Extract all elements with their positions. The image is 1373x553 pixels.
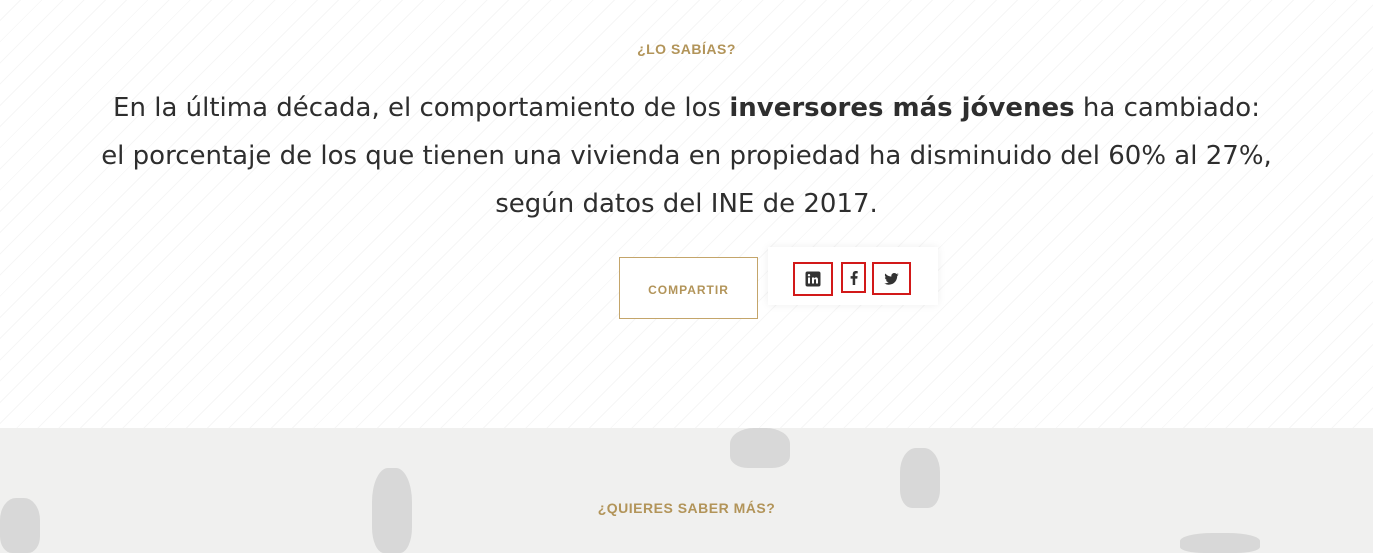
background-photo-figure xyxy=(1180,533,1260,553)
quote-text-bold: inversores más jóvenes xyxy=(729,93,1075,123)
background-photo-figure xyxy=(900,448,940,508)
twitter-icon[interactable] xyxy=(872,262,911,295)
learn-more-eyebrow: ¿QUIERES SABER MÁS? xyxy=(597,500,776,516)
learn-more-section: ¿QUIERES SABER MÁS? xyxy=(0,428,1373,553)
facebook-icon[interactable] xyxy=(841,262,866,293)
background-photo-figure xyxy=(730,428,790,468)
did-you-know-section: ¿LO SABÍAS? En la última década, el comp… xyxy=(0,0,1373,428)
linkedin-icon[interactable] xyxy=(793,262,833,296)
did-you-know-eyebrow: ¿LO SABÍAS? xyxy=(637,41,736,57)
did-you-know-text: En la última década, el comportamiento d… xyxy=(100,84,1273,228)
share-button[interactable]: COMPARTIR xyxy=(619,257,758,319)
social-share-panel xyxy=(768,247,938,305)
quote-text-part1: En la última década, el comportamiento d… xyxy=(113,93,730,123)
